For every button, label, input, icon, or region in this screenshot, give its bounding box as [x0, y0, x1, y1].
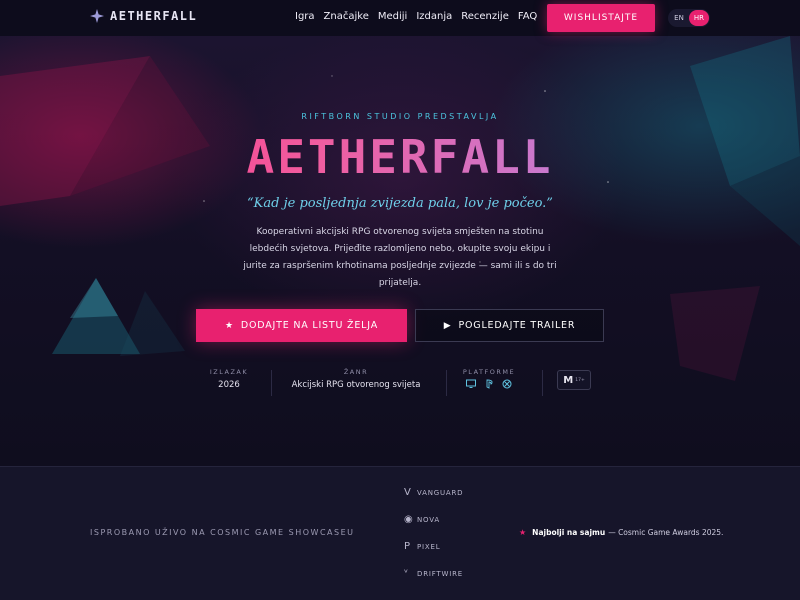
platforms-label: PLATFORME: [462, 368, 516, 376]
pixel-logo-icon: P: [404, 541, 411, 552]
nav-link-faq[interactable]: FAQ: [518, 11, 537, 22]
hero-title: AETHERFALL: [0, 130, 800, 184]
studio-eyebrow: RIFTBORN STUDIO PREDSTAVLJA: [301, 112, 499, 121]
watch-trailer-label: POGLEDAJTE TRAILER: [458, 320, 576, 331]
genre-info: ŽANR Akcijski RPG otvorenog svijeta: [283, 368, 429, 398]
add-to-wishlist-label: DODAJTE NA LISTU ŽELJA: [240, 320, 378, 331]
nav-link-igra[interactable]: Igra: [295, 11, 315, 22]
award-callout: ★ Najbolji na sajmu — Cosmic Game Awards…: [519, 528, 723, 537]
release-label: IZLAZAK: [209, 368, 249, 376]
language-switcher: EN HR: [668, 9, 710, 27]
hero-description: Kooperativni akcijski RPG otvorenog svij…: [243, 227, 557, 288]
vanguard-logo-icon: V: [404, 487, 411, 498]
xbox-icon: [502, 379, 512, 389]
award-source: — Cosmic Game Awards 2025.: [608, 528, 724, 537]
outlet-name: DRIFTWIRE: [417, 569, 463, 578]
outlet-driftwire: ᵛ DRIFTWIRE: [404, 568, 463, 579]
outlet-vanguard: V VANGUARD: [404, 487, 463, 498]
outlet-name: VANGUARD: [417, 488, 464, 497]
add-to-wishlist-button[interactable]: ★ DODAJTE NA LISTU ŽELJA: [196, 309, 407, 342]
playstation-icon: [486, 379, 493, 389]
lang-hr-button[interactable]: HR: [689, 10, 709, 26]
meta-divider: [271, 370, 272, 396]
nova-logo-icon: ◉: [404, 514, 413, 525]
hero-tagline: “Kad je posljednja zvijezda pala, lov je…: [247, 196, 553, 211]
release-value: 2026: [218, 380, 240, 390]
rating-letter: M: [563, 374, 574, 386]
outlet-pixel: P PIXEL: [404, 541, 440, 552]
logo-text: AETHERFALL: [110, 9, 198, 23]
hero-section: RIFTBORN STUDIO PREDSTAVLJA AETHERFALL “…: [0, 36, 800, 466]
genre-value: Akcijski RPG otvorenog svijeta: [291, 380, 421, 390]
watch-trailer-button[interactable]: ▶ POGLEDAJTE TRAILER: [415, 309, 604, 342]
meta-divider: [446, 370, 447, 396]
logo[interactable]: AETHERFALL: [90, 9, 197, 23]
rating-sub: 17+: [575, 377, 585, 383]
release-info: IZLAZAK 2026: [205, 368, 253, 398]
play-icon: ▶: [443, 320, 452, 331]
outlet-nova: ◉ NOVA: [404, 514, 440, 525]
top-navbar: AETHERFALL Igra Značajke Mediji Izdanja …: [0, 0, 800, 36]
genre-label: ŽANR: [343, 368, 369, 376]
star-logo-icon: [90, 9, 104, 23]
star-icon: ★: [224, 320, 234, 331]
nav-link-izdanja[interactable]: Izdanja: [416, 11, 452, 22]
monitor-icon: [466, 379, 476, 388]
platforms-info: PLATFORME: [458, 368, 520, 398]
nav-link-recenzije[interactable]: Recenzije: [461, 11, 509, 22]
nav-link-mediji[interactable]: Mediji: [378, 11, 407, 22]
lang-en-button[interactable]: EN: [669, 10, 689, 26]
outlet-name: PIXEL: [417, 542, 441, 551]
driftwire-logo-icon: ᵛ: [404, 568, 409, 579]
award-title: Najbolji na sajmu: [532, 528, 606, 537]
outlet-name: NOVA: [417, 515, 440, 524]
showcase-strip: ISPROBANO UŽIVO NA COSMIC GAME SHOWCASEU…: [0, 466, 800, 600]
nav-links: Igra Značajke Mediji Izdanja Recenzije F…: [295, 11, 546, 22]
nav-link-znacajke[interactable]: Značajke: [324, 11, 369, 22]
star-icon: ★: [519, 528, 527, 537]
platform-icons: [458, 379, 520, 389]
wishlist-nav-button[interactable]: WISHLISTAJTE: [547, 4, 655, 32]
showcase-label: ISPROBANO UŽIVO NA COSMIC GAME SHOWCASEU: [90, 528, 355, 537]
age-rating-badge: M 17+: [557, 370, 591, 390]
meta-divider: [542, 370, 543, 396]
